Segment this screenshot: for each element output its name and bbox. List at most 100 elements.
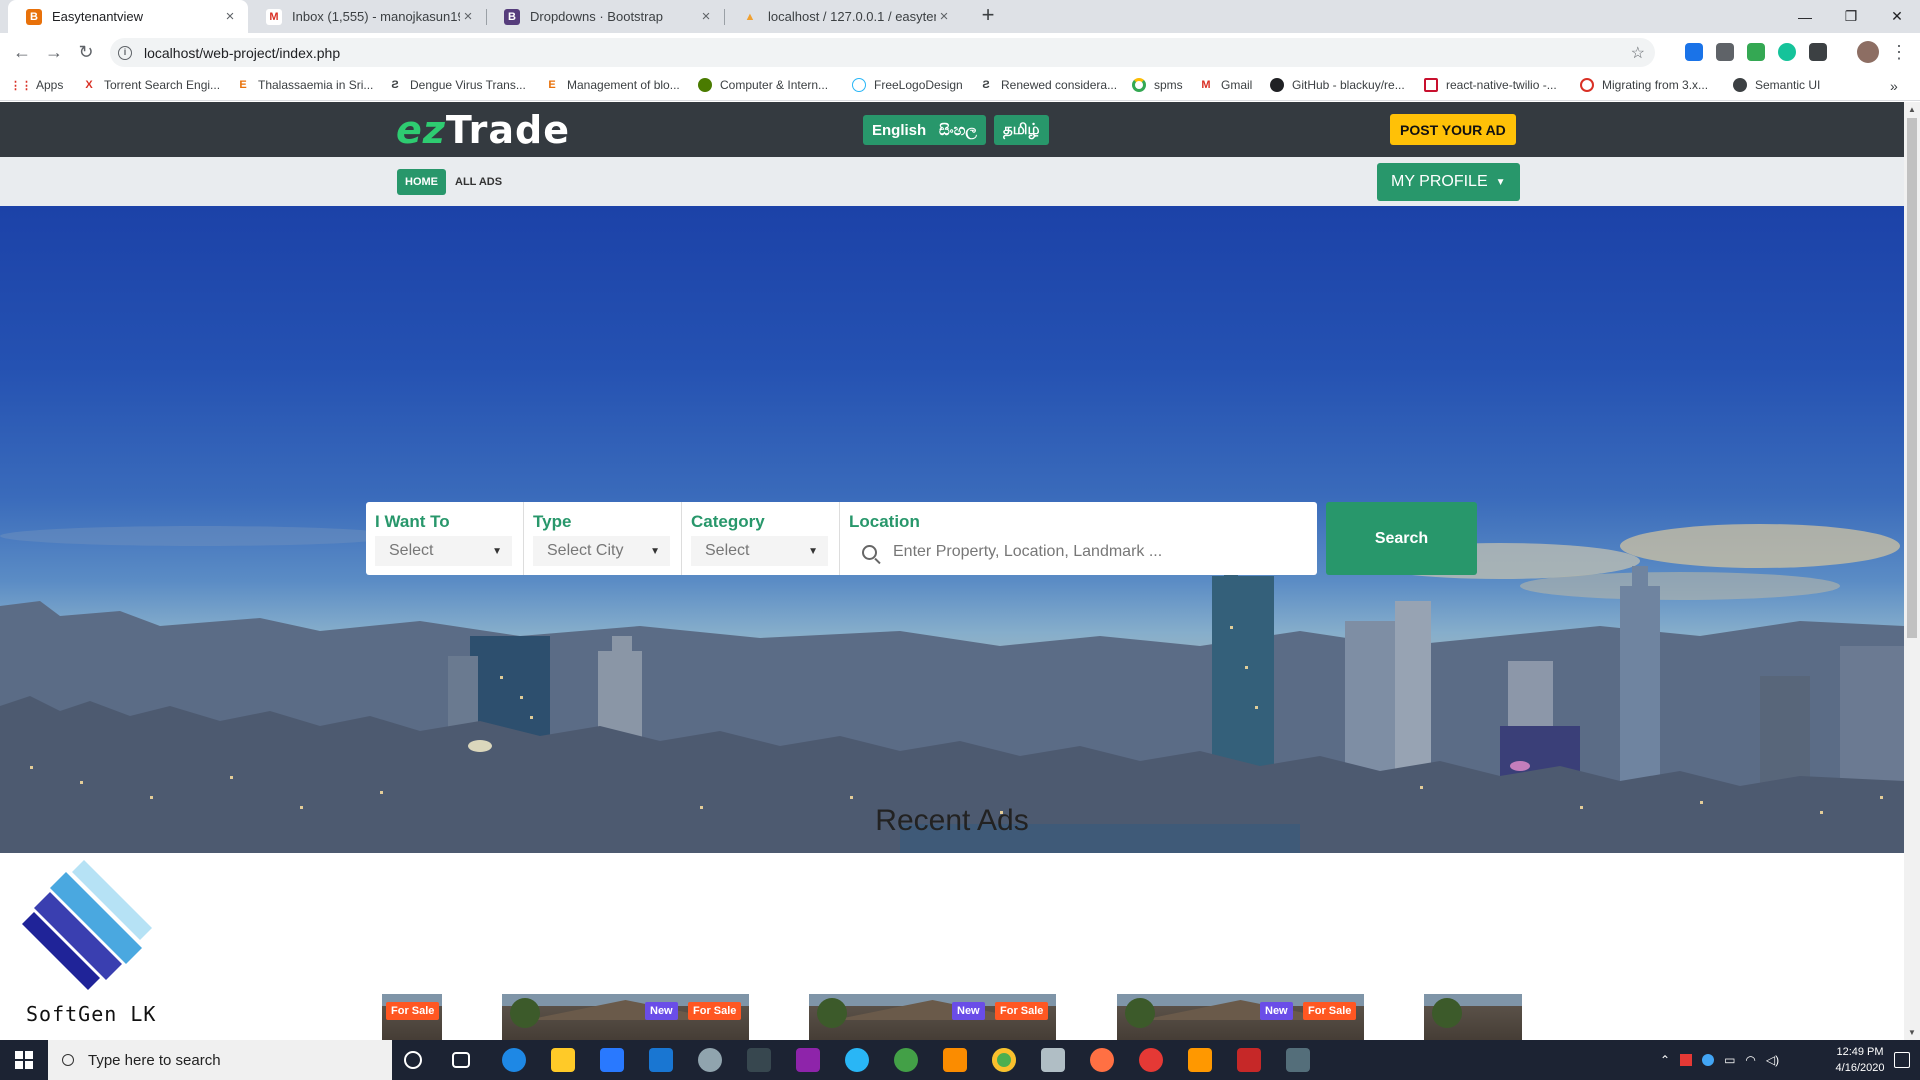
edge-icon[interactable] — [502, 1048, 526, 1072]
file-explorer-icon[interactable] — [551, 1048, 575, 1072]
tray-app-icon[interactable] — [1680, 1054, 1693, 1066]
eztrade-logo[interactable]: ezTrade — [396, 108, 570, 152]
language-tamil-button[interactable]: தமிழ் — [994, 115, 1049, 145]
bookmark-item[interactable]: GitHub - blackuy/re... — [1270, 78, 1405, 92]
chrome-icon[interactable] — [992, 1048, 1016, 1072]
start-button[interactable] — [0, 1040, 48, 1080]
postman-icon[interactable] — [1090, 1048, 1114, 1072]
back-arrow-icon[interactable]: ← — [10, 40, 34, 64]
tab-phpmyadmin[interactable]: ▲ localhost / 127.0.0.1 / easytenant × — [724, 0, 962, 33]
battery-icon[interactable]: ▭ — [1724, 1053, 1735, 1067]
bookmark-star-icon[interactable]: ☆ — [1631, 43, 1645, 63]
tab-easytenantview[interactable]: B Easytenantview × — [8, 0, 248, 33]
app-icon[interactable] — [845, 1048, 869, 1072]
tab-close-icon[interactable]: × — [936, 8, 952, 25]
tab-close-icon[interactable]: × — [460, 8, 476, 25]
tree-shape — [1432, 998, 1462, 1028]
i-want-to-select[interactable]: Select ▼ — [375, 536, 512, 566]
bookmark-item[interactable]: M Gmail — [1199, 78, 1252, 92]
post-your-ad-button[interactable]: POST YOUR AD — [1390, 114, 1516, 145]
bookmark-item[interactable]: Semantic UI — [1733, 78, 1820, 92]
ad-card[interactable]: New For Sale — [502, 994, 749, 1040]
location-input[interactable]: Enter Property, Location, Landmark ... — [862, 543, 1162, 561]
tray-app-icon[interactable] — [1702, 1054, 1715, 1066]
tab-dropdowns-bootstrap[interactable]: B Dropdowns · Bootstrap × — [486, 0, 724, 33]
tab-close-icon[interactable]: × — [698, 8, 714, 25]
nav-home-link[interactable]: HOME — [397, 169, 446, 195]
extension-icon[interactable] — [1716, 43, 1734, 61]
page-scrollbar[interactable]: ▲ ▼ — [1904, 102, 1920, 1040]
language-sinhala-button[interactable]: සිංහල — [930, 115, 986, 145]
site-info-icon[interactable]: i — [118, 45, 132, 60]
cortana-icon[interactable] — [404, 1051, 422, 1069]
scroll-up-arrow-icon[interactable]: ▲ — [1908, 105, 1916, 114]
app-icon[interactable] — [894, 1048, 918, 1072]
bookmark-item[interactable]: Ƨ Renewed considera... — [979, 78, 1117, 92]
volume-icon[interactable]: ◁) — [1766, 1053, 1779, 1067]
store-icon[interactable] — [600, 1048, 624, 1072]
grammarly-icon[interactable] — [1778, 43, 1796, 61]
nav-all-ads-link[interactable]: ALL ADS — [455, 176, 502, 188]
video-editor-icon[interactable] — [796, 1048, 820, 1072]
sublime-icon[interactable] — [1188, 1048, 1212, 1072]
bookmark-label: GitHub - blackuy/re... — [1292, 78, 1405, 92]
bookmark-item[interactable]: FreeLogoDesign — [852, 78, 963, 92]
tray-overflow-icon[interactable]: ⌃ — [1660, 1053, 1670, 1067]
address-bar[interactable]: i localhost/web-project/index.php ☆ — [110, 38, 1655, 67]
bookmark-apps[interactable]: ⋮⋮ Apps — [10, 78, 63, 92]
scroll-down-arrow-icon[interactable]: ▼ — [1908, 1028, 1916, 1037]
maximize-button[interactable]: ❐ — [1828, 0, 1874, 33]
forward-arrow-icon[interactable]: → — [42, 40, 66, 64]
bookmark-item[interactable]: spms — [1132, 78, 1183, 92]
browser-menu-icon[interactable]: ⋮ — [1887, 40, 1911, 64]
clock-time: 12:49 PM — [1836, 1046, 1884, 1058]
bookmark-item[interactable]: E Thalassaemia in Sri... — [236, 78, 373, 92]
extension-icon[interactable] — [1747, 43, 1765, 61]
language-english-button[interactable]: English — [863, 115, 936, 145]
new-tab-button[interactable]: + — [976, 4, 1000, 28]
notifications-icon[interactable] — [1894, 1052, 1910, 1068]
bookmark-item[interactable]: react-native-twilio -... — [1424, 78, 1557, 92]
close-window-button[interactable]: ✕ — [1874, 0, 1920, 33]
taskbar-search-box[interactable]: Type here to search — [48, 1040, 392, 1080]
extension-icon[interactable] — [1685, 43, 1703, 61]
bookmark-item[interactable]: E Management of blo... — [545, 78, 679, 92]
nox-icon[interactable] — [747, 1048, 771, 1072]
task-view-icon[interactable] — [452, 1052, 470, 1068]
ad-card[interactable]: New For Sale — [809, 994, 1056, 1040]
ad-card[interactable]: For Sale — [382, 994, 442, 1040]
extension-icon[interactable] — [1809, 43, 1827, 61]
inkscape-icon[interactable] — [698, 1048, 722, 1072]
address-url[interactable]: localhost/web-project/index.php — [144, 45, 340, 61]
reload-icon[interactable]: ↻ — [74, 40, 98, 64]
bookmark-item[interactable]: Ƨ Dengue Virus Trans... — [388, 78, 526, 92]
taskbar-clock[interactable]: 12:49 PM 4/16/2020 — [1830, 1044, 1890, 1076]
mail-icon[interactable] — [649, 1048, 673, 1072]
scrollbar-thumb[interactable] — [1907, 118, 1917, 638]
tab-favicon-icon: B — [26, 8, 42, 25]
bookmark-label: Renewed considera... — [1001, 78, 1118, 92]
my-profile-dropdown[interactable]: MY PROFILE ▼ — [1377, 163, 1520, 201]
type-select[interactable]: Select City ▼ — [533, 536, 670, 566]
app-icon[interactable] — [1041, 1048, 1065, 1072]
bookmark-item[interactable]: X Torrent Search Engi... — [82, 78, 220, 92]
wifi-icon[interactable]: ◠ — [1745, 1053, 1755, 1067]
bookmark-item[interactable]: Computer & Intern... — [698, 78, 828, 92]
ad-card[interactable] — [1424, 994, 1522, 1040]
category-select[interactable]: Select ▼ — [691, 536, 828, 566]
bookmark-label: Migrating from 3.x... — [1602, 78, 1709, 92]
tab-close-icon[interactable]: × — [222, 8, 238, 25]
bookmark-label: Computer & Intern... — [720, 78, 829, 92]
ad-card[interactable]: New For Sale — [1117, 994, 1364, 1040]
winrar-icon[interactable] — [1237, 1048, 1261, 1072]
tab-inbox[interactable]: M Inbox (1,555) - manojkasun1996@ × — [248, 0, 486, 33]
dropdown-caret-icon: ▼ — [808, 545, 818, 557]
profile-avatar[interactable] — [1857, 41, 1879, 63]
xampp-icon[interactable] — [943, 1048, 967, 1072]
opera-icon[interactable] — [1139, 1048, 1163, 1072]
app-icon[interactable] — [1286, 1048, 1310, 1072]
search-button[interactable]: Search — [1326, 502, 1477, 575]
bookmark-item[interactable]: Migrating from 3.x... — [1580, 78, 1708, 92]
bookmarks-overflow-button[interactable]: » — [1890, 78, 1898, 94]
minimize-button[interactable]: — — [1782, 0, 1828, 33]
